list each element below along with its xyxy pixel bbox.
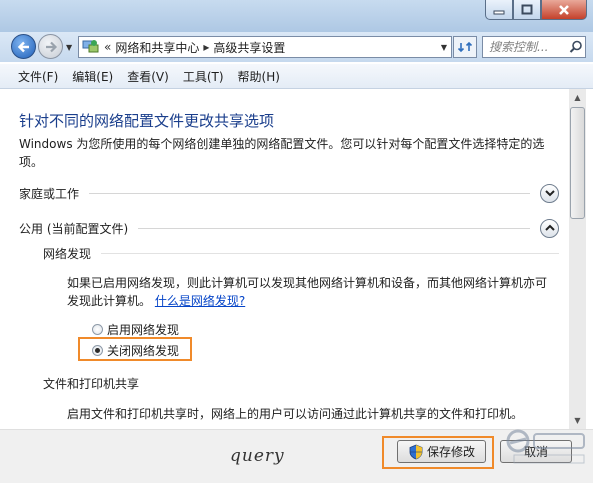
highlight-box (78, 337, 192, 361)
page-description: Windows 为您所使用的每个网络创建单独的网络配置文件。您可以针对每个配置文… (19, 137, 545, 169)
menu-bar: 文件(F) 编辑(E) 查看(V) 工具(T) 帮助(H) (0, 64, 593, 89)
radio-enable-discovery[interactable]: 启用网络发现 (92, 321, 179, 338)
divider (101, 252, 559, 254)
forward-button[interactable] (38, 34, 63, 59)
address-bar[interactable]: « 网络和共享中心 ▸ 高级共享设置 ▼ (78, 36, 452, 58)
window-controls (485, 0, 587, 20)
menu-file[interactable]: 文件(F) (0, 68, 65, 85)
navigation-bar: ▼ « 网络和共享中心 ▸ 高级共享设置 ▼ (0, 32, 593, 62)
radio-button[interactable] (92, 324, 103, 335)
scroll-down-icon[interactable]: ▼ (569, 412, 586, 429)
network-discovery-title: 网络发现 (43, 246, 92, 261)
control-panel-window: ▼ « 网络和共享中心 ▸ 高级共享设置 ▼ 搜索控制... 文件(F) 编辑(… (0, 0, 593, 483)
search-box[interactable] (482, 36, 586, 58)
forward-arrow-icon (45, 41, 57, 52)
maximize-button[interactable] (513, 0, 541, 20)
address-overflow-icon[interactable]: « (104, 40, 111, 54)
menu-tools[interactable]: 工具(T) (176, 68, 231, 85)
section-home-work[interactable]: 家庭或工作 (19, 183, 559, 203)
content-pane: 针对不同的网络配置文件更改共享选项 Windows 为您所使用的每个网络创建单独… (8, 89, 569, 429)
breadcrumb-separator-icon[interactable]: ▸ (203, 40, 209, 54)
site-watermark-logo (506, 429, 585, 464)
menu-help[interactable]: 帮助(H) (231, 68, 287, 85)
scroll-up-icon[interactable]: ▲ (569, 89, 586, 106)
highlight-box (382, 436, 494, 469)
what-is-network-discovery-link[interactable]: 什么是网络发现? (155, 294, 245, 308)
divider (138, 227, 530, 229)
close-icon (559, 4, 569, 15)
radio-enable-discovery-label: 启用网络发现 (107, 323, 180, 337)
file-printer-sharing-text: 启用文件和打印机共享时，网络上的用户可以访问通过此计算机共享的文件和打印机。 (67, 407, 524, 421)
network-discovery-text: 如果已启用网络发现，则此计算机可以发现其他网络计算机和设备，而其他网络计算机亦可… (67, 274, 557, 310)
handwritten-signature: query (230, 446, 285, 466)
minimize-icon (493, 10, 505, 14)
network-discovery-description: 如果已启用网络发现，则此计算机可以发现其他网络计算机和设备，而其他网络计算机亦可… (67, 276, 548, 308)
chevron-down-icon (544, 190, 555, 197)
breadcrumb-advanced-sharing[interactable]: 高级共享设置 (213, 39, 285, 56)
divider (89, 192, 530, 194)
breadcrumb-network-center[interactable]: 网络和共享中心 (115, 39, 199, 56)
expand-home-work-button[interactable] (540, 183, 559, 203)
refresh-button[interactable] (453, 36, 477, 58)
network-center-icon (82, 40, 99, 53)
refresh-icon (457, 41, 473, 53)
minimize-button[interactable] (485, 0, 513, 20)
vertical-scrollbar[interactable]: ▲ ▼ (569, 89, 586, 429)
file-printer-sharing-header: 文件和打印机共享 (43, 373, 559, 393)
recent-pages-dropdown[interactable]: ▼ (66, 43, 72, 52)
back-button[interactable] (11, 34, 36, 59)
section-home-work-label: 家庭或工作 (19, 186, 80, 201)
page-title: 针对不同的网络配置文件更改共享选项 (19, 112, 275, 130)
section-public[interactable]: 公用 (当前配置文件) (19, 218, 559, 238)
maximize-icon (521, 4, 533, 15)
section-public-label: 公用 (当前配置文件) (19, 221, 129, 236)
address-dropdown-icon[interactable]: ▼ (441, 43, 447, 52)
close-button[interactable] (541, 0, 587, 20)
menu-edit[interactable]: 编辑(E) (65, 68, 120, 85)
network-discovery-header: 网络发现 (43, 243, 559, 263)
menu-view[interactable]: 查看(V) (120, 68, 176, 85)
collapse-public-button[interactable] (540, 218, 559, 238)
chevron-up-icon (544, 224, 555, 231)
back-arrow-icon (17, 41, 29, 52)
scroll-thumb[interactable] (570, 107, 585, 219)
title-bar (0, 0, 593, 32)
search-icon[interactable] (569, 40, 583, 54)
file-printer-sharing-title: 文件和打印机共享 (43, 376, 140, 391)
search-input[interactable] (489, 40, 565, 54)
